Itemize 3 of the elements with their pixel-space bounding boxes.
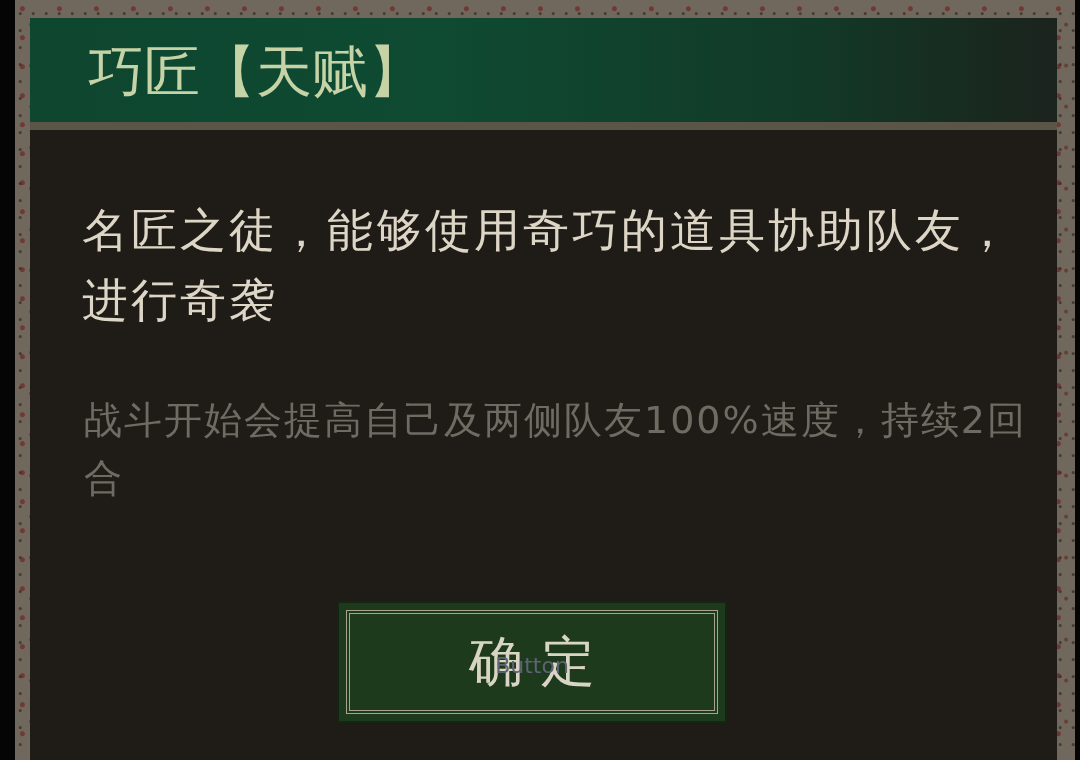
dialog-title: 巧匠【天赋】 — [88, 44, 424, 100]
description-text: 名匠之徒，能够使用奇巧的道具协助队友，进行奇袭 — [82, 202, 1014, 329]
effect-text: 战斗开始会提高自己及两侧队友100%速度，持续2回合 — [84, 397, 1028, 502]
